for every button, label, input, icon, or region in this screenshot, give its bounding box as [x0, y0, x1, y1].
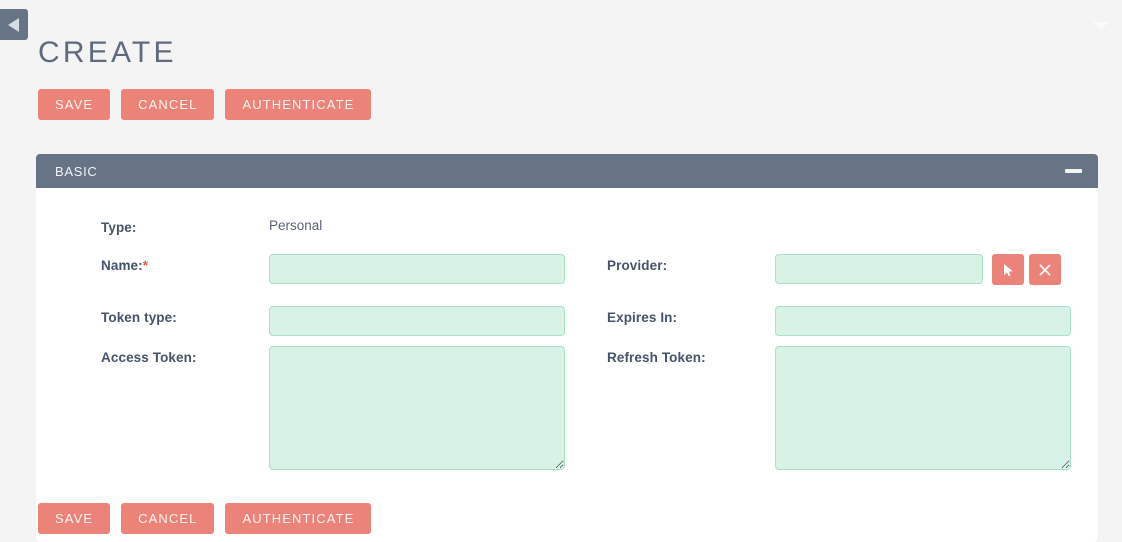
basic-panel: BASIC Type: Personal Name:* Token type: …: [36, 154, 1098, 542]
field-row-name: Name:*: [101, 254, 565, 284]
save-button-bottom[interactable]: SAVE: [38, 503, 111, 534]
cancel-button[interactable]: CANCEL: [121, 89, 215, 120]
field-row-provider: Provider:: [607, 254, 1061, 285]
minimize-bar: [1065, 169, 1082, 173]
field-row-token-type: Token type:: [101, 306, 565, 336]
close-x-icon: [1039, 264, 1051, 275]
type-value: Personal: [269, 218, 323, 233]
name-label-text: Name:: [101, 258, 143, 273]
form-grid: Type: Personal Name:* Token type: Access…: [36, 216, 1098, 508]
refresh-token-textarea[interactable]: [775, 346, 1071, 470]
save-button[interactable]: SAVE: [38, 89, 111, 120]
page-title: CREATE: [38, 36, 177, 69]
provider-buttons: [992, 254, 1061, 285]
basic-panel-body: Type: Personal Name:* Token type: Access…: [36, 188, 1098, 542]
field-row-type: Type: Personal: [101, 216, 322, 235]
token-type-label: Token type:: [101, 310, 177, 325]
basic-panel-header[interactable]: BASIC: [36, 154, 1098, 188]
token-type-input[interactable]: [269, 306, 565, 336]
access-token-label: Access Token:: [101, 350, 197, 365]
name-input[interactable]: [269, 254, 565, 284]
basic-panel-title: BASIC: [55, 163, 98, 179]
field-row-expires-in: Expires In:: [607, 306, 1071, 336]
action-bar-top: SAVE CANCEL AUTHENTICATE: [38, 89, 372, 120]
minimize-icon[interactable]: [1065, 167, 1082, 176]
action-bar-bottom: SAVE CANCEL AUTHENTICATE: [38, 503, 372, 534]
field-row-refresh-token: Refresh Token:: [607, 346, 1071, 470]
provider-select-button[interactable]: [992, 254, 1024, 285]
field-row-access-token: Access Token:: [101, 346, 565, 470]
expires-in-label: Expires In:: [607, 310, 678, 325]
chevron-down-icon[interactable]: [1093, 22, 1109, 29]
provider-label: Provider:: [607, 258, 668, 273]
triangle-left-icon: [7, 17, 19, 32]
provider-clear-button[interactable]: [1029, 254, 1061, 285]
refresh-token-label: Refresh Token:: [607, 350, 706, 365]
authenticate-button[interactable]: AUTHENTICATE: [225, 89, 372, 120]
expires-in-input[interactable]: [775, 306, 1071, 336]
type-label: Type:: [101, 220, 137, 235]
access-token-textarea[interactable]: [269, 346, 565, 470]
authenticate-button-bottom[interactable]: AUTHENTICATE: [225, 503, 372, 534]
cursor-pointer-icon: [1003, 263, 1013, 276]
name-required-marker: *: [142, 258, 149, 273]
sidebar-toggle-button[interactable]: [0, 9, 28, 40]
cancel-button-bottom[interactable]: CANCEL: [121, 503, 215, 534]
provider-input[interactable]: [775, 254, 983, 284]
name-label: Name:*: [101, 254, 269, 273]
